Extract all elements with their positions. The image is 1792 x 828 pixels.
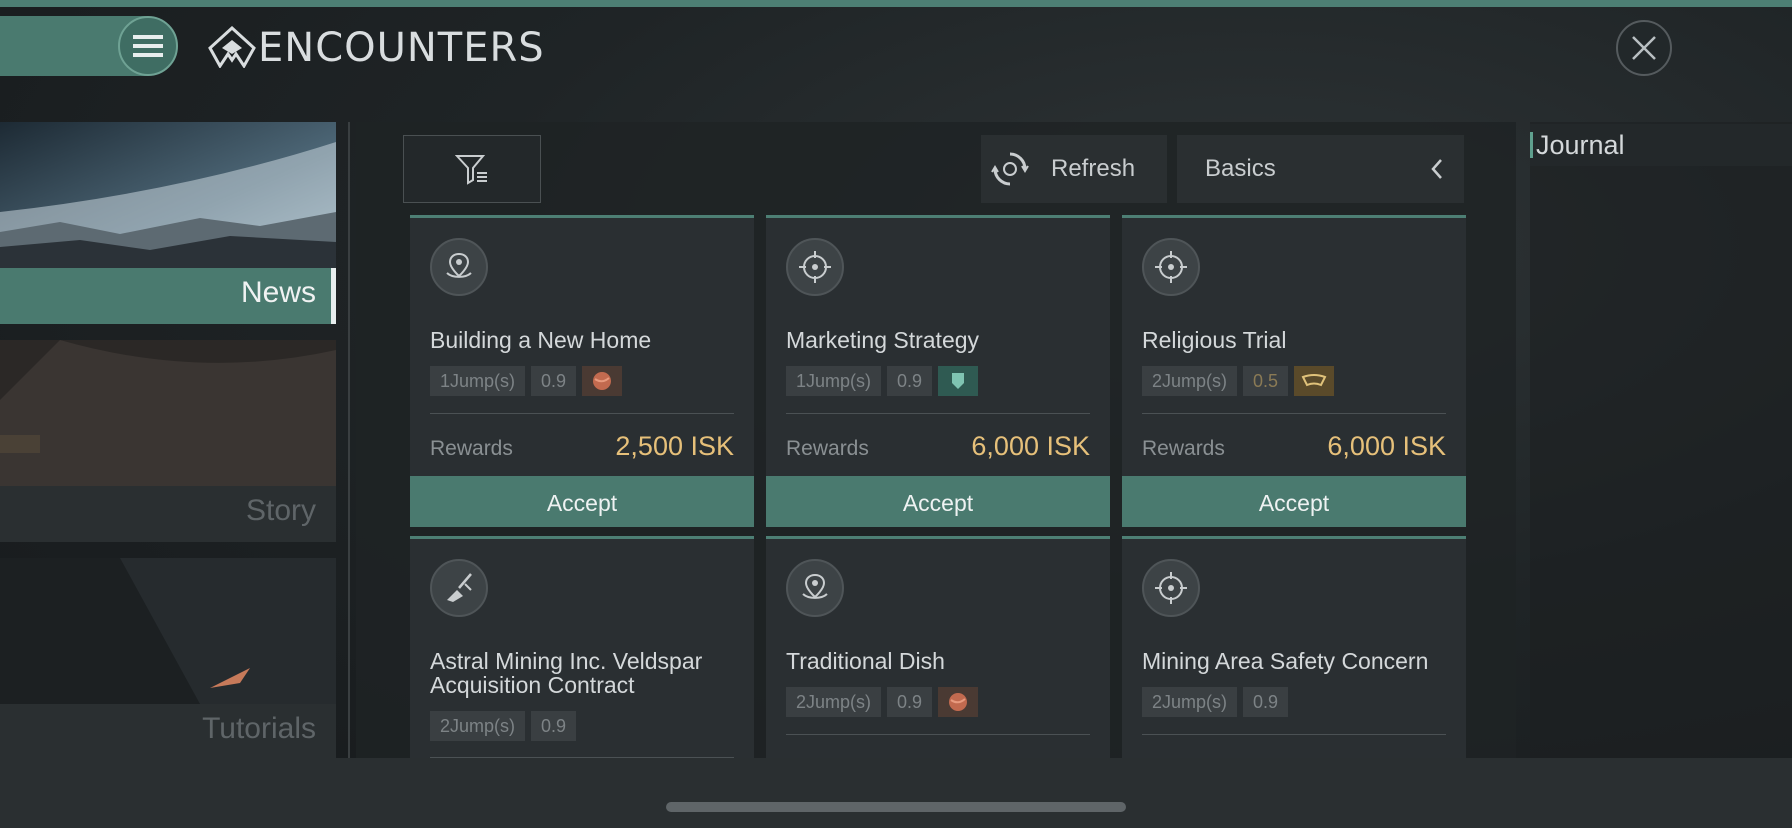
encounter-card[interactable]: Astral Mining Inc. Veldspar Acquisition …	[410, 536, 754, 758]
rewards-label: Rewards	[430, 437, 513, 460]
jumps-badge: 1Jump(s)	[430, 366, 526, 396]
encounter-card[interactable]: Marketing Strategy 1Jump(s) 0.9 Rewards …	[766, 215, 1110, 527]
encounter-title: Traditional Dish	[786, 648, 945, 674]
menu-button[interactable]	[118, 16, 178, 76]
divider	[786, 734, 1090, 735]
jumps-badge: 2Jump(s)	[786, 687, 882, 717]
target-icon	[786, 238, 844, 296]
top-accent-line	[0, 0, 1792, 7]
encounter-title: Religious Trial	[1142, 327, 1287, 353]
home-indicator[interactable]	[666, 802, 1126, 812]
rewards-value: 2,500 ISK	[615, 431, 734, 461]
security-badge: 0.9	[531, 366, 577, 396]
refresh-button[interactable]: Refresh	[981, 135, 1167, 203]
journal-panel	[1530, 122, 1792, 758]
mining-icon	[430, 559, 488, 617]
encounter-card[interactable]: Mining Area Safety Concern 2Jump(s) 0.9	[1122, 536, 1466, 758]
target-icon	[1142, 238, 1200, 296]
rewards-label: Rewards	[1142, 437, 1225, 460]
divider-line	[348, 122, 350, 758]
divider	[430, 413, 734, 414]
nav-label: Tutorials	[202, 712, 316, 745]
chevron-left-icon	[1431, 159, 1442, 179]
bottom-bar	[0, 758, 1792, 828]
encounter-card[interactable]: Traditional Dish 2Jump(s) 0.9	[766, 536, 1110, 758]
journal-title[interactable]: Journal	[1536, 130, 1625, 161]
encounter-title: Mining Area Safety Concern	[1142, 648, 1429, 674]
target-icon	[1142, 559, 1200, 617]
page-title: ENCOUNTERS	[258, 25, 545, 71]
encounter-card[interactable]: Building a New Home 1Jump(s) 0.9 Rewards…	[410, 215, 754, 527]
divider	[1142, 734, 1446, 735]
divider	[786, 413, 1090, 414]
security-badge: 0.9	[887, 687, 933, 717]
refresh-icon	[991, 152, 1029, 186]
journal-marker	[1530, 132, 1533, 158]
rewards-value: 6,000 ISK	[1327, 431, 1446, 461]
location-icon	[786, 559, 844, 617]
rewards-label: Rewards	[786, 437, 869, 460]
basics-label: Basics	[1205, 155, 1276, 182]
filter-button[interactable]	[403, 135, 541, 203]
filter-icon	[455, 155, 487, 185]
encounter-title: Marketing Strategy	[786, 327, 980, 353]
security-badge: 0.9	[1243, 687, 1289, 717]
news-banner-image	[0, 122, 336, 268]
basics-dropdown[interactable]: Basics	[1177, 135, 1464, 203]
tutorials-banner-image	[0, 558, 336, 704]
nav-item-story[interactable]: Story	[0, 340, 336, 542]
story-banner-image	[0, 340, 336, 486]
close-button[interactable]	[1616, 20, 1672, 76]
jumps-badge: 2Jump(s)	[1142, 366, 1238, 396]
faction-icon	[938, 687, 979, 717]
active-indicator	[331, 268, 336, 324]
faction-icon	[938, 366, 979, 396]
nav-item-news[interactable]: News	[0, 122, 336, 324]
hamburger-icon	[133, 35, 163, 57]
security-badge: 0.9	[531, 711, 577, 741]
encounters-logo-icon	[208, 26, 256, 68]
jumps-badge: 2Jump(s)	[1142, 687, 1238, 717]
faction-icon	[1294, 366, 1335, 396]
encounter-card[interactable]: Religious Trial 2Jump(s) 0.5 Rewards 6,0…	[1122, 215, 1466, 527]
close-icon	[1632, 36, 1656, 60]
accept-button[interactable]: Accept	[410, 476, 754, 527]
encounter-title: Astral Mining Inc. Veldspar Acquisition …	[430, 648, 703, 698]
jumps-badge: 2Jump(s)	[430, 711, 526, 741]
refresh-label: Refresh	[1051, 155, 1136, 182]
faction-icon	[582, 366, 623, 396]
location-icon	[430, 238, 488, 296]
accept-button[interactable]: Accept	[1122, 476, 1466, 527]
security-badge: 0.9	[887, 366, 933, 396]
encounter-title: Building a New Home	[430, 327, 652, 353]
accept-button[interactable]: Accept	[766, 476, 1110, 527]
nav-label: Story	[245, 494, 316, 527]
security-badge: 0.5	[1243, 366, 1289, 396]
divider	[1142, 413, 1446, 414]
rewards-value: 6,000 ISK	[971, 431, 1090, 461]
jumps-badge: 1Jump(s)	[786, 366, 882, 396]
nav-label: News	[240, 276, 316, 309]
nav-item-tutorials[interactable]: Tutorials	[0, 558, 336, 760]
